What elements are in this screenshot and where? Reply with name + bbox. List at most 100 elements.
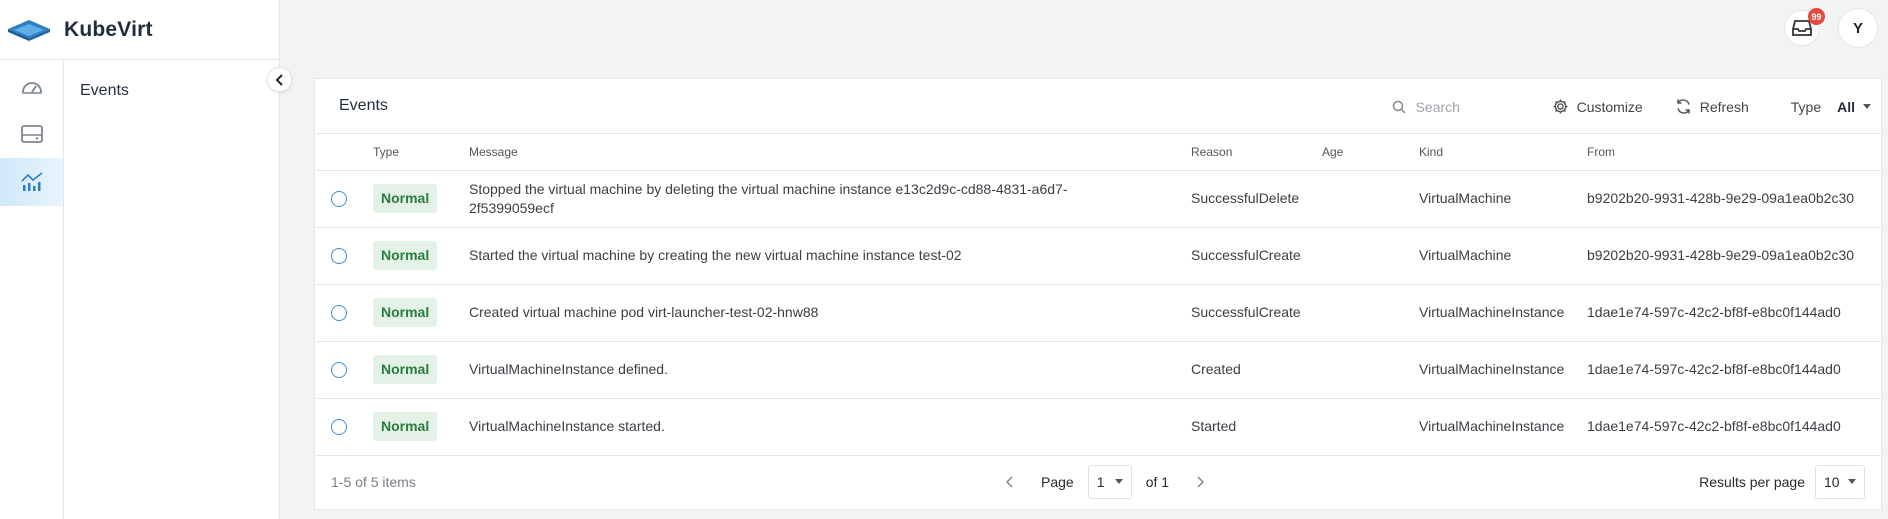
events-table: Type Message Reason Age Kind From Normal… — [315, 134, 1881, 456]
chevron-down-icon — [1848, 479, 1856, 484]
event-message: VirtualMachineInstance defined. — [469, 341, 1191, 399]
page-label: Page — [1041, 473, 1074, 490]
event-age — [1322, 284, 1419, 342]
toolbar: Search Customize Refresh Type All — [1392, 79, 1871, 134]
page-title: Events — [339, 97, 388, 114]
monitoring-icon — [20, 172, 42, 191]
event-message: VirtualMachineInstance started. — [469, 398, 1191, 456]
event-from: b9202b20-9931-428b-9e29-09a1ea0b2c30 — [1587, 170, 1881, 228]
table-row[interactable]: Normal VirtualMachineInstance started. S… — [315, 398, 1881, 456]
event-reason: SuccessfulCreate — [1191, 284, 1322, 342]
event-kind: VirtualMachine — [1419, 227, 1587, 285]
storage-icon — [20, 125, 43, 143]
col-from[interactable]: From — [1587, 134, 1881, 171]
col-age[interactable]: Age — [1322, 134, 1419, 171]
event-kind: VirtualMachineInstance — [1419, 398, 1587, 456]
page-total: of 1 — [1145, 473, 1170, 490]
event-from: 1dae1e74-597c-42c2-bf8f-e8bc0f144ad0 — [1587, 284, 1881, 342]
chevron-down-icon — [1114, 479, 1123, 484]
rpp-select[interactable]: 10 — [1815, 464, 1865, 499]
event-from: 1dae1e74-597c-42c2-bf8f-e8bc0f144ad0 — [1587, 341, 1881, 399]
top-bar: KubeVirt 99 Y — [0, 0, 1888, 60]
page-select[interactable]: 1 — [1087, 464, 1132, 499]
col-kind[interactable]: Kind — [1419, 134, 1587, 171]
refresh-label: Refresh — [1699, 98, 1749, 115]
event-kind: VirtualMachine — [1419, 170, 1587, 228]
rpp-value: 10 — [1824, 473, 1840, 490]
col-message[interactable]: Message — [469, 134, 1191, 171]
row-select-radio[interactable] — [331, 247, 347, 264]
items-count: 1-5 of 5 items — [331, 473, 416, 490]
notifications-badge: 99 — [1808, 8, 1825, 25]
chevron-right-icon[interactable] — [1195, 475, 1205, 489]
row-select-radio[interactable] — [331, 304, 347, 321]
type-filter-label: Type — [1790, 98, 1822, 115]
event-message: Started the virtual machine by creating … — [469, 227, 1191, 285]
chevron-down-icon — [1863, 104, 1871, 109]
table-header-row: Type Message Reason Age Kind From — [315, 134, 1881, 171]
event-reason: Created — [1191, 341, 1322, 399]
page-value: 1 — [1096, 473, 1105, 490]
kubevirt-logo-icon — [8, 19, 50, 41]
table-row[interactable]: Normal Started the virtual machine by cr… — [315, 227, 1881, 285]
status-badge: Normal — [373, 412, 438, 441]
customize-label: Customize — [1576, 98, 1643, 115]
section-nav: Events — [64, 60, 280, 519]
rail-item-storage[interactable] — [0, 110, 63, 158]
event-reason: SuccessfulCreate — [1191, 227, 1322, 285]
rail-item-dashboard[interactable] — [0, 62, 63, 110]
table-row[interactable]: Normal Created virtual machine pod virt-… — [315, 284, 1881, 342]
customize-button[interactable]: Customize — [1552, 98, 1643, 115]
icon-rail — [0, 60, 64, 519]
row-select-radio[interactable] — [331, 418, 347, 435]
pagination-footer: 1-5 of 5 items Page 1 of 1 Results per p… — [315, 454, 1881, 509]
event-age — [1322, 398, 1419, 456]
search-placeholder: Search — [1415, 98, 1460, 115]
event-kind: VirtualMachineInstance — [1419, 341, 1587, 399]
event-reason: SuccessfulDelete — [1191, 170, 1322, 228]
event-age — [1322, 341, 1419, 399]
results-per-page: Results per page 10 — [1699, 464, 1865, 499]
collapse-sidebar-button[interactable] — [267, 67, 292, 92]
section-nav-title: Events — [80, 82, 129, 99]
search-icon — [1392, 100, 1406, 114]
dashboard-icon — [21, 82, 42, 94]
user-avatar[interactable]: Y — [1838, 8, 1878, 48]
event-age — [1322, 170, 1419, 228]
rail-item-monitoring[interactable] — [0, 158, 63, 206]
col-reason[interactable]: Reason — [1191, 134, 1322, 171]
table-row[interactable]: Normal Stopped the virtual machine by de… — [315, 170, 1881, 228]
status-badge: Normal — [373, 298, 438, 327]
event-age — [1322, 227, 1419, 285]
refresh-icon — [1676, 99, 1690, 114]
rpp-label: Results per page — [1699, 473, 1805, 490]
search-input[interactable]: Search — [1392, 99, 1540, 115]
notifications-button[interactable]: 99 — [1784, 8, 1825, 46]
events-panel-header: Events Search Customize Refresh Type All — [315, 79, 1881, 134]
row-select-radio[interactable] — [331, 361, 347, 378]
event-from: 1dae1e74-597c-42c2-bf8f-e8bc0f144ad0 — [1587, 398, 1881, 456]
row-select-radio[interactable] — [331, 190, 347, 207]
event-from: b9202b20-9931-428b-9e29-09a1ea0b2c30 — [1587, 227, 1881, 285]
col-type[interactable]: Type — [373, 134, 469, 171]
status-badge: Normal — [373, 241, 438, 270]
event-message: Created virtual machine pod virt-launche… — [469, 284, 1191, 342]
event-reason: Started — [1191, 398, 1322, 456]
event-message: Stopped the virtual machine by deleting … — [469, 170, 1191, 228]
type-filter-value: All — [1837, 98, 1855, 115]
events-panel: Events Search Customize Refresh Type All… — [314, 78, 1882, 510]
app-title: KubeVirt — [64, 17, 153, 41]
gear-icon — [1553, 99, 1568, 114]
type-filter-select[interactable]: All — [1837, 99, 1871, 115]
top-right-actions: 99 Y — [1784, 8, 1878, 48]
pagination: Page 1 of 1 — [1005, 464, 1205, 499]
refresh-button[interactable]: Refresh — [1675, 98, 1749, 115]
col-select — [315, 134, 373, 171]
status-badge: Normal — [373, 184, 438, 213]
chevron-left-icon — [275, 73, 283, 86]
chevron-left-icon[interactable] — [1005, 475, 1015, 489]
event-kind: VirtualMachineInstance — [1419, 284, 1587, 342]
status-badge: Normal — [373, 355, 438, 384]
table-row[interactable]: Normal VirtualMachineInstance defined. C… — [315, 341, 1881, 399]
brand: KubeVirt — [0, 0, 280, 60]
